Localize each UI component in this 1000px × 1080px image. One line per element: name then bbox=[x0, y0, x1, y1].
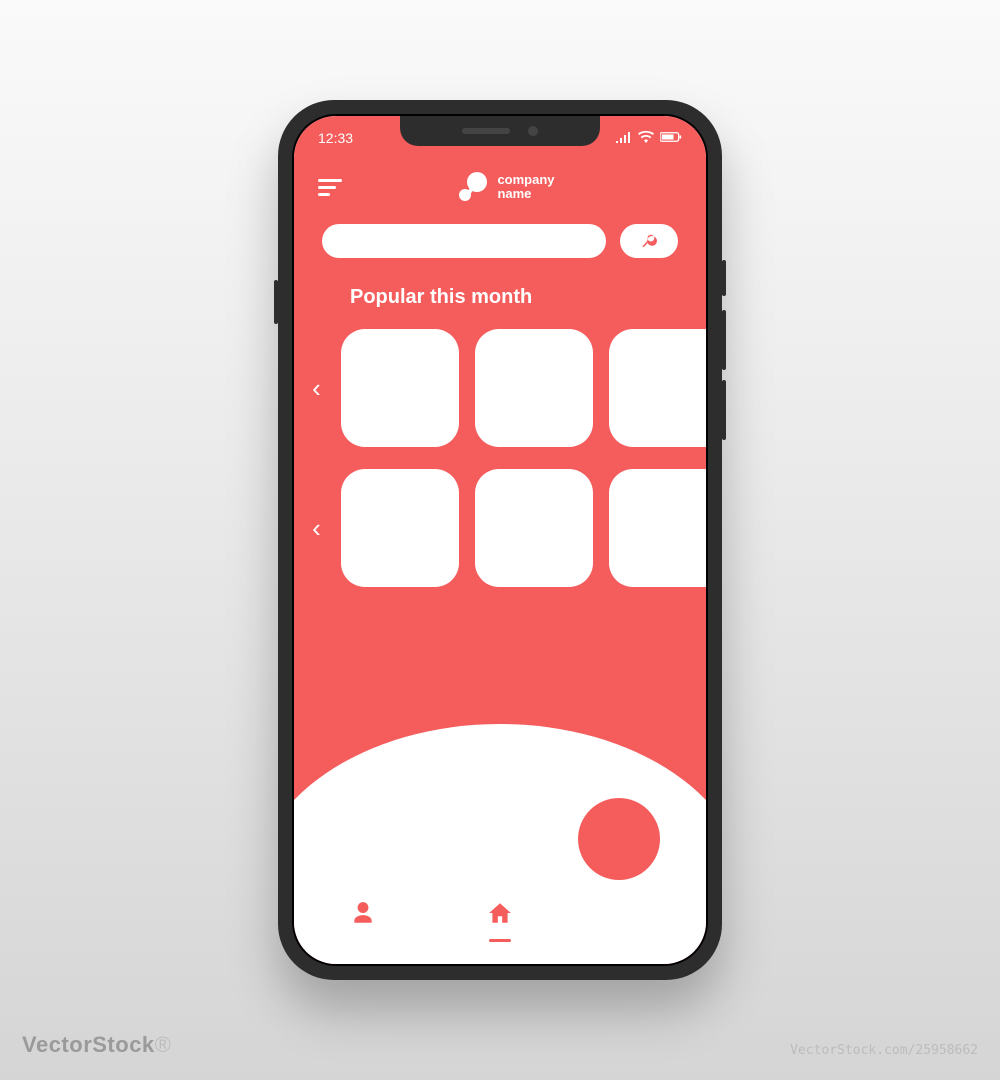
menu-icon[interactable] bbox=[318, 179, 344, 196]
phone-side-button bbox=[722, 310, 726, 370]
watermark-id: VectorStock.com/25958662 bbox=[790, 1043, 978, 1058]
screen: 12:33 bbox=[292, 114, 708, 966]
bottom-nav bbox=[294, 854, 706, 964]
chevron-left-icon[interactable]: ‹ bbox=[306, 513, 327, 544]
content-card[interactable] bbox=[341, 329, 459, 447]
carousel-row: ‹ bbox=[306, 329, 706, 447]
search-input[interactable] bbox=[322, 224, 606, 258]
nav-profile[interactable] bbox=[348, 900, 378, 930]
brand[interactable]: company name bbox=[455, 170, 554, 204]
content-card[interactable] bbox=[341, 469, 459, 587]
star-icon bbox=[624, 886, 650, 917]
carousel-row: ‹ bbox=[306, 469, 706, 587]
battery-icon bbox=[660, 130, 682, 146]
search-row bbox=[294, 224, 706, 282]
phone-frame: 12:33 bbox=[278, 100, 722, 980]
content-card[interactable] bbox=[475, 329, 593, 447]
carousel-area: ‹ ‹ bbox=[294, 329, 706, 587]
home-icon bbox=[487, 900, 513, 931]
status-time: 12:33 bbox=[318, 130, 353, 146]
logo-icon bbox=[455, 170, 489, 204]
nav-favorites[interactable] bbox=[622, 886, 652, 916]
search-icon bbox=[640, 231, 658, 252]
content-card[interactable] bbox=[475, 469, 593, 587]
brand-name: company name bbox=[497, 173, 554, 202]
content-card[interactable] bbox=[609, 469, 706, 587]
app-header: company name bbox=[294, 160, 706, 224]
wifi-icon bbox=[638, 130, 654, 146]
chevron-left-icon[interactable]: ‹ bbox=[306, 373, 327, 404]
search-button[interactable] bbox=[620, 224, 678, 258]
content-card[interactable] bbox=[609, 329, 706, 447]
watermark-brand: VectorStock® bbox=[22, 1032, 171, 1058]
phone-side-button bbox=[274, 280, 278, 324]
notch bbox=[400, 116, 600, 146]
section-title: Popular this month bbox=[294, 282, 706, 329]
user-icon bbox=[350, 900, 376, 931]
nav-home[interactable] bbox=[485, 900, 515, 930]
phone-side-button bbox=[722, 260, 726, 296]
phone-side-button bbox=[722, 380, 726, 440]
signal-icon bbox=[616, 130, 632, 146]
